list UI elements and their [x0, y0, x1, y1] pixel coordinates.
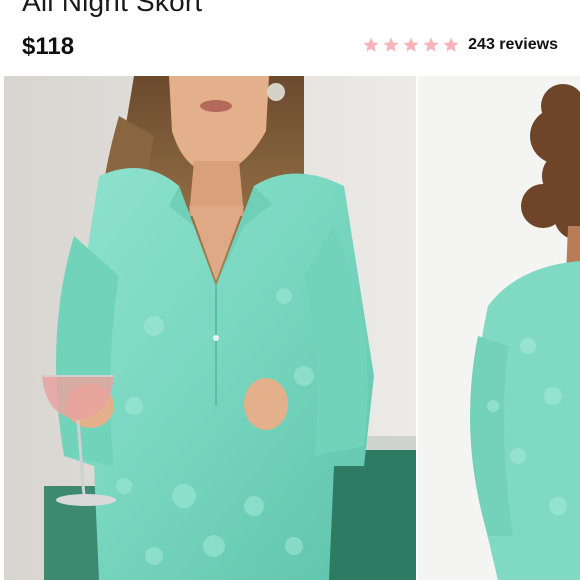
- image-gallery[interactable]: [0, 76, 580, 580]
- product-header: All Night Skort $118 243 reviews: [0, 0, 580, 76]
- product-price: $118: [22, 33, 75, 60]
- star-icon: [363, 37, 379, 52]
- star-icon: [403, 37, 419, 52]
- rating-summary[interactable]: 243 reviews: [362, 36, 558, 54]
- product-title: All Night Skort: [22, 0, 203, 17]
- star-icon: [423, 37, 439, 52]
- model-photo-side[interactable]: [418, 76, 580, 580]
- star-icon: [383, 37, 399, 52]
- rating-stars: [362, 36, 460, 54]
- reviews-link[interactable]: 243 reviews: [468, 36, 558, 54]
- star-icon: [443, 37, 459, 52]
- model-photo-front[interactable]: [4, 76, 416, 580]
